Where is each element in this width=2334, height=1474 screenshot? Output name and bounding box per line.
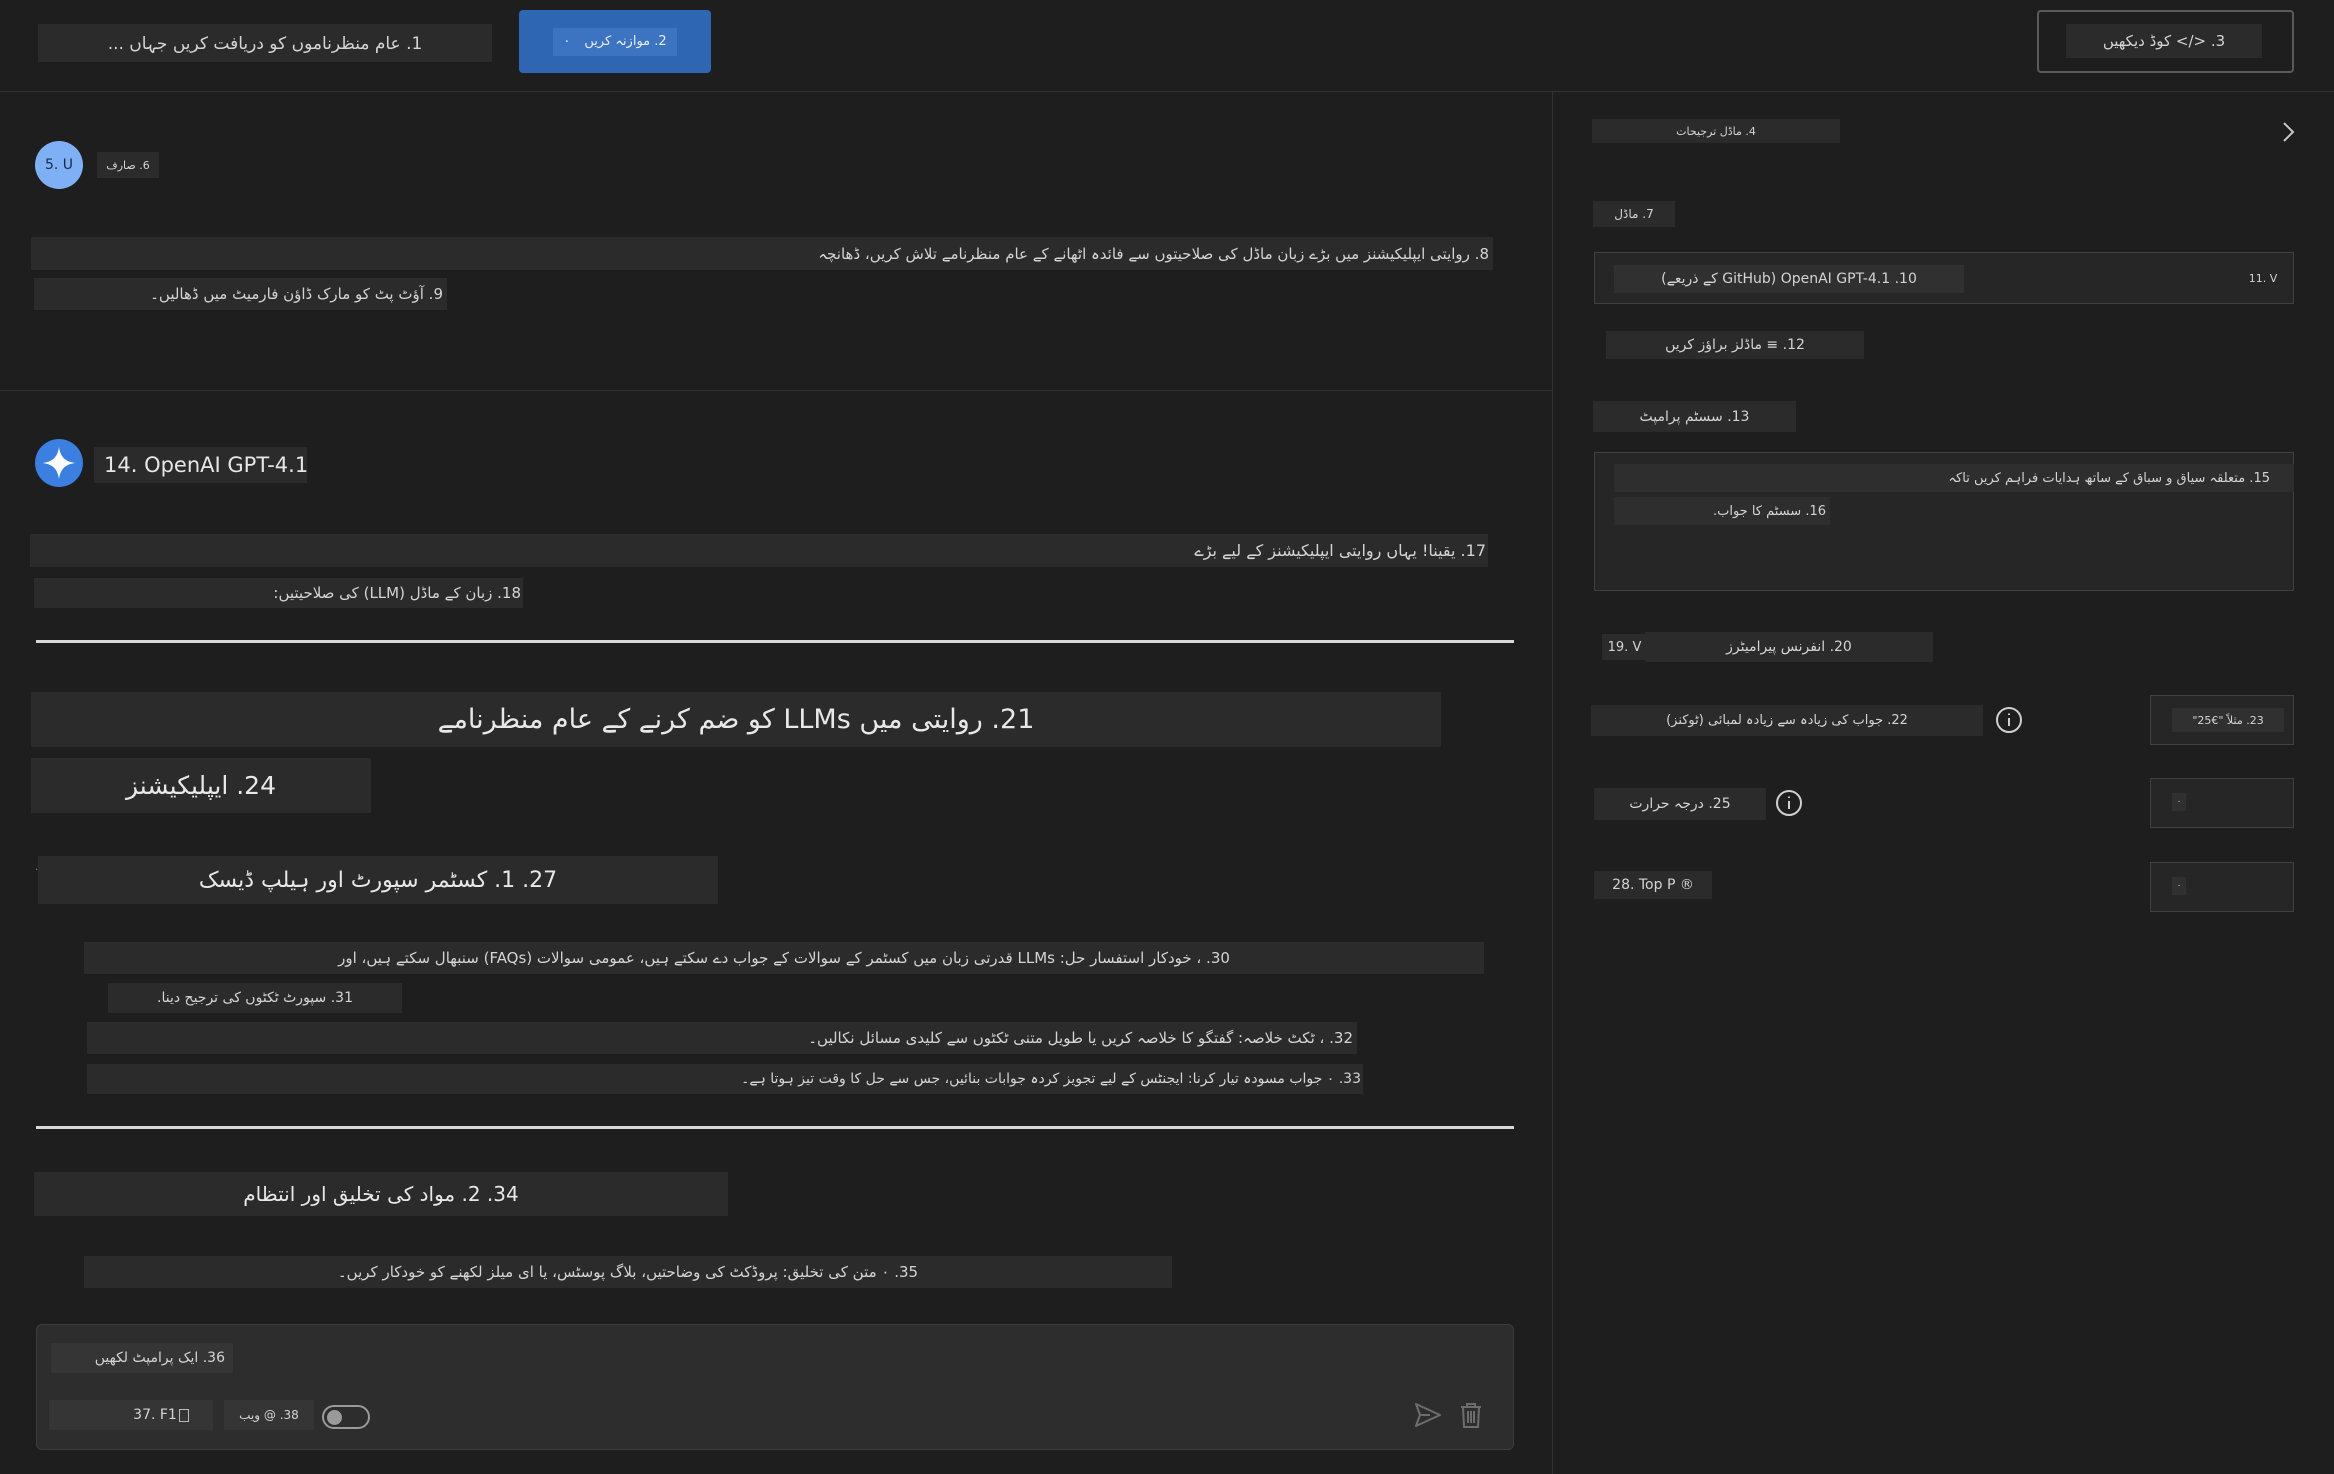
user-message-text: 8. روایتی ایپلیکیشنز میں بڑے زبان ماڈل ک… xyxy=(818,244,1489,263)
assistant-model-name: 14. OpenAI GPT-4.1 xyxy=(94,447,307,483)
system-prompt-text: 15. متعلقہ سیاق و سباق کے ساتھ ہدایات فر… xyxy=(1614,464,2294,492)
prompt-input[interactable]: 36. ایک پرامپٹ لکھیں xyxy=(51,1343,233,1373)
temperature-value: ٠ xyxy=(2172,793,2186,811)
header-divider xyxy=(0,91,2334,92)
max-tokens-input[interactable]: 23. مثلاً "€25" xyxy=(2150,695,2294,745)
info-icon xyxy=(1776,790,1802,816)
file-chip-label: 37. F1 xyxy=(133,1407,177,1423)
settings-title: 4. ماڈل ترجیحات xyxy=(1592,119,1840,143)
user-message-line2: 9. آؤٹ پٹ کو مارک ڈاؤن فارمیٹ میں ڈھالیں… xyxy=(34,278,447,310)
web-search-label: 38. @ ویب xyxy=(224,1400,314,1430)
markdown-heading: 21. روایتی میں LLMs کو ضم کرنے کے عام من… xyxy=(31,692,1441,747)
model-select[interactable]: 10. OpenAI GPT-4.1 (GitHub کے ذریعے) 11.… xyxy=(1594,252,2294,304)
toggle-knob xyxy=(327,1410,342,1425)
horizontal-rule xyxy=(36,640,1514,643)
send-icon xyxy=(1415,1403,1441,1427)
sparkle-icon xyxy=(35,439,83,487)
user-avatar-text: 5. U xyxy=(44,157,74,173)
collapse-panel-button[interactable] xyxy=(2277,118,2299,146)
max-tokens-info-button[interactable] xyxy=(1995,706,2023,734)
top-p-value: ٠ xyxy=(2172,877,2186,895)
max-tokens-label: 22. جواب کی زیادہ سے زیادہ لمبائی (ٹوکنز… xyxy=(1591,705,1983,736)
top-p-label: 28. Top P ® xyxy=(1594,871,1712,899)
model-label: 7. ماڈل xyxy=(1593,201,1675,227)
web-search-toggle[interactable] xyxy=(322,1405,370,1429)
assistant-intro-line2: 18. زبان کے ماڈل (LLM) کی صلاحیتیں: xyxy=(34,578,523,608)
prompt-composer[interactable]: 36. ایک پرامپٹ لکھیں 37. F1 38. @ ویب xyxy=(36,1324,1514,1450)
assistant-avatar xyxy=(35,439,83,487)
user-message-line: 8. روایتی ایپلیکیشنز میں بڑے زبان ماڈل ک… xyxy=(31,237,1493,270)
temperature-label: 25. درجہ حرارت xyxy=(1594,788,1766,820)
compare-suffix: ٠ xyxy=(563,34,571,49)
trash-icon xyxy=(1461,1403,1481,1428)
compare-button-label: 2. موازنہ کریں xyxy=(584,34,667,49)
info-icon xyxy=(1996,707,2022,733)
query-tab[interactable]: 1. عام منظرناموں کو دریافت کریں جہاں ... xyxy=(38,24,492,62)
query-tab-label: 1. عام منظرناموں کو دریافت کریں جہاں ... xyxy=(107,33,423,54)
message-divider xyxy=(0,390,1552,391)
view-code-button[interactable]: 3. </> کوڈ دیکھیں xyxy=(2037,10,2294,73)
system-prompt-label: 13. سسٹم پرامپٹ xyxy=(1593,401,1796,432)
delete-button[interactable] xyxy=(1457,1400,1485,1430)
list-item: 30. ، خودکار استفسار حل: LLMs قدرتی زبان… xyxy=(84,942,1484,974)
top-p-input[interactable]: ٠ xyxy=(2150,862,2294,912)
panel-divider xyxy=(1552,92,1553,1474)
list-item: 35. ٠ متن کی تخلیق: پروڈکٹ کی وضاحتیں، ب… xyxy=(84,1256,1172,1288)
user-role-label: 6. صارف xyxy=(97,152,159,178)
user-avatar: 5. U xyxy=(35,141,83,189)
send-button[interactable] xyxy=(1413,1400,1443,1430)
system-prompt-textarea[interactable]: 15. متعلقہ سیاق و سباق کے ساتھ ہدایات فر… xyxy=(1594,452,2294,591)
chevron-right-icon xyxy=(2283,122,2295,142)
assistant-intro-line1: 17. یقینا! یہاں روایتی ایپلیکیشنز کے لیے… xyxy=(30,534,1488,567)
browse-models-button[interactable]: 12. ≡ ماڈلز براؤز کریں xyxy=(1606,331,1864,359)
list-item: 31. سپورٹ ٹکٹوں کی ترجیح دینا. xyxy=(108,983,402,1013)
model-select-value: 10. OpenAI GPT-4.1 (GitHub کے ذریعے) xyxy=(1614,265,1964,293)
file-icon xyxy=(178,1408,189,1422)
max-tokens-placeholder: 23. مثلاً "€25" xyxy=(2172,708,2284,732)
list-item: 33. ٠ جواب مسودہ تیار کرنا: ایجنٹس کے لی… xyxy=(87,1064,1363,1094)
markdown-subheading: 24. ایپلیکیشنز xyxy=(31,758,371,813)
compare-button[interactable]: ٠ 2. موازنہ کریں xyxy=(519,10,711,73)
temperature-input[interactable]: ٠ xyxy=(2150,778,2294,828)
section-heading-content-creation: 34. 2. مواد کی تخلیق اور انتظام xyxy=(34,1172,728,1216)
horizontal-rule xyxy=(36,1126,1514,1129)
temperature-info-button[interactable] xyxy=(1775,789,1803,817)
inference-parameters-label: 20. انفرنس پیرامیٹرز xyxy=(1645,632,1933,662)
inference-toggle[interactable]: 19. V xyxy=(1602,634,1647,660)
list-item: 32. ، ٹکٹ خلاصہ: گفتگو کا خلاصہ کریں یا … xyxy=(87,1022,1357,1054)
view-code-label: 3. </> کوڈ دیکھیں xyxy=(2066,24,2262,58)
file-chip[interactable]: 37. F1 xyxy=(49,1400,213,1430)
section-heading-customer-support: 27. 1. کسٹمر سپورٹ اور ہیلپ ڈیسک xyxy=(38,856,718,904)
system-prompt-text2: 16. سسٹم کا جواب. xyxy=(1614,497,1830,525)
model-version: 11. V xyxy=(2248,271,2278,285)
